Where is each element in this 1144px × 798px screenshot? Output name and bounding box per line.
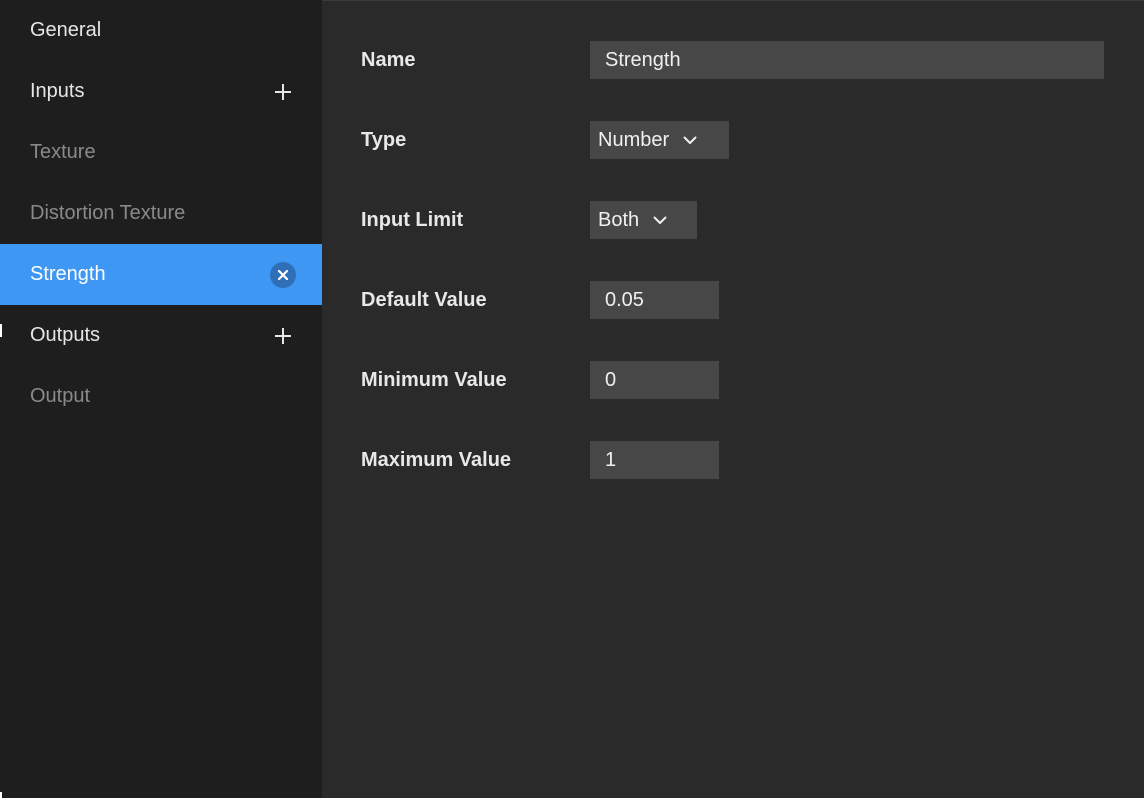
default-value-row: Default Value 0.05 [361,281,719,319]
sidebar-item-label: Inputs [30,80,85,102]
type-label: Type [361,128,407,151]
remove-input-button[interactable] [270,261,296,288]
name-row: Name Strength [361,41,1104,79]
maximum-value-label: Maximum Value [361,448,512,471]
sidebar-item-distortion-texture[interactable]: Distortion Texture [0,183,322,244]
sidebar-item-texture[interactable]: Texture [0,122,322,183]
close-circle-icon [270,261,296,288]
type-dropdown[interactable]: Number [590,121,729,159]
sidebar-item-label: Distortion Texture [30,202,186,224]
maximum-value-field[interactable]: 1 [590,441,719,479]
input-limit-label: Input Limit [361,208,464,231]
sidebar: General Inputs Texture Distortion Textur… [0,0,322,798]
sidebar-item-label: Output [30,385,91,407]
input-limit-dropdown-value: Both [598,208,640,231]
sidebar-item-inputs[interactable]: Inputs [0,61,322,122]
sidebar-item-outputs[interactable]: Outputs [0,305,322,366]
add-output-plus-icon[interactable] [270,323,296,349]
default-value-field[interactable]: 0.05 [590,281,719,319]
sidebar-item-label: Outputs [30,324,101,346]
minimum-value-row: Minimum Value 0 [361,361,719,399]
minimum-value-field-value: 0 [605,368,617,391]
minimum-value-field[interactable]: 0 [590,361,719,399]
minimum-value-label: Minimum Value [361,368,507,391]
sidebar-item-label: Texture [30,141,96,163]
input-limit-row: Input Limit Both [361,201,697,239]
maximum-value-row: Maximum Value 1 [361,441,719,479]
type-row: Type Number [361,121,729,159]
sidebar-item-general[interactable]: General [0,0,322,61]
chevron-down-icon [683,136,697,145]
default-value-label: Default Value [361,288,487,311]
sidebar-item-label: General [30,19,102,41]
properties-panel: Name Strength Type Number Input Limit Bo… [322,0,1144,798]
window-edge-marker [0,324,2,337]
sidebar-item-output[interactable]: Output [0,366,322,427]
name-field[interactable]: Strength [590,41,1104,79]
name-label: Name [361,48,416,71]
add-input-plus-icon[interactable] [270,79,296,105]
default-value-field-value: 0.05 [605,288,644,311]
window-edge-marker-bottom [0,792,2,798]
sidebar-item-label: Strength [30,263,106,285]
maximum-value-field-value: 1 [605,448,617,471]
name-field-value: Strength [605,48,681,71]
sidebar-item-strength[interactable]: Strength [0,244,322,305]
inspector-window: General Inputs Texture Distortion Textur… [0,0,1144,798]
type-dropdown-value: Number [598,128,670,151]
chevron-down-icon [653,216,667,225]
input-limit-dropdown[interactable]: Both [590,201,697,239]
